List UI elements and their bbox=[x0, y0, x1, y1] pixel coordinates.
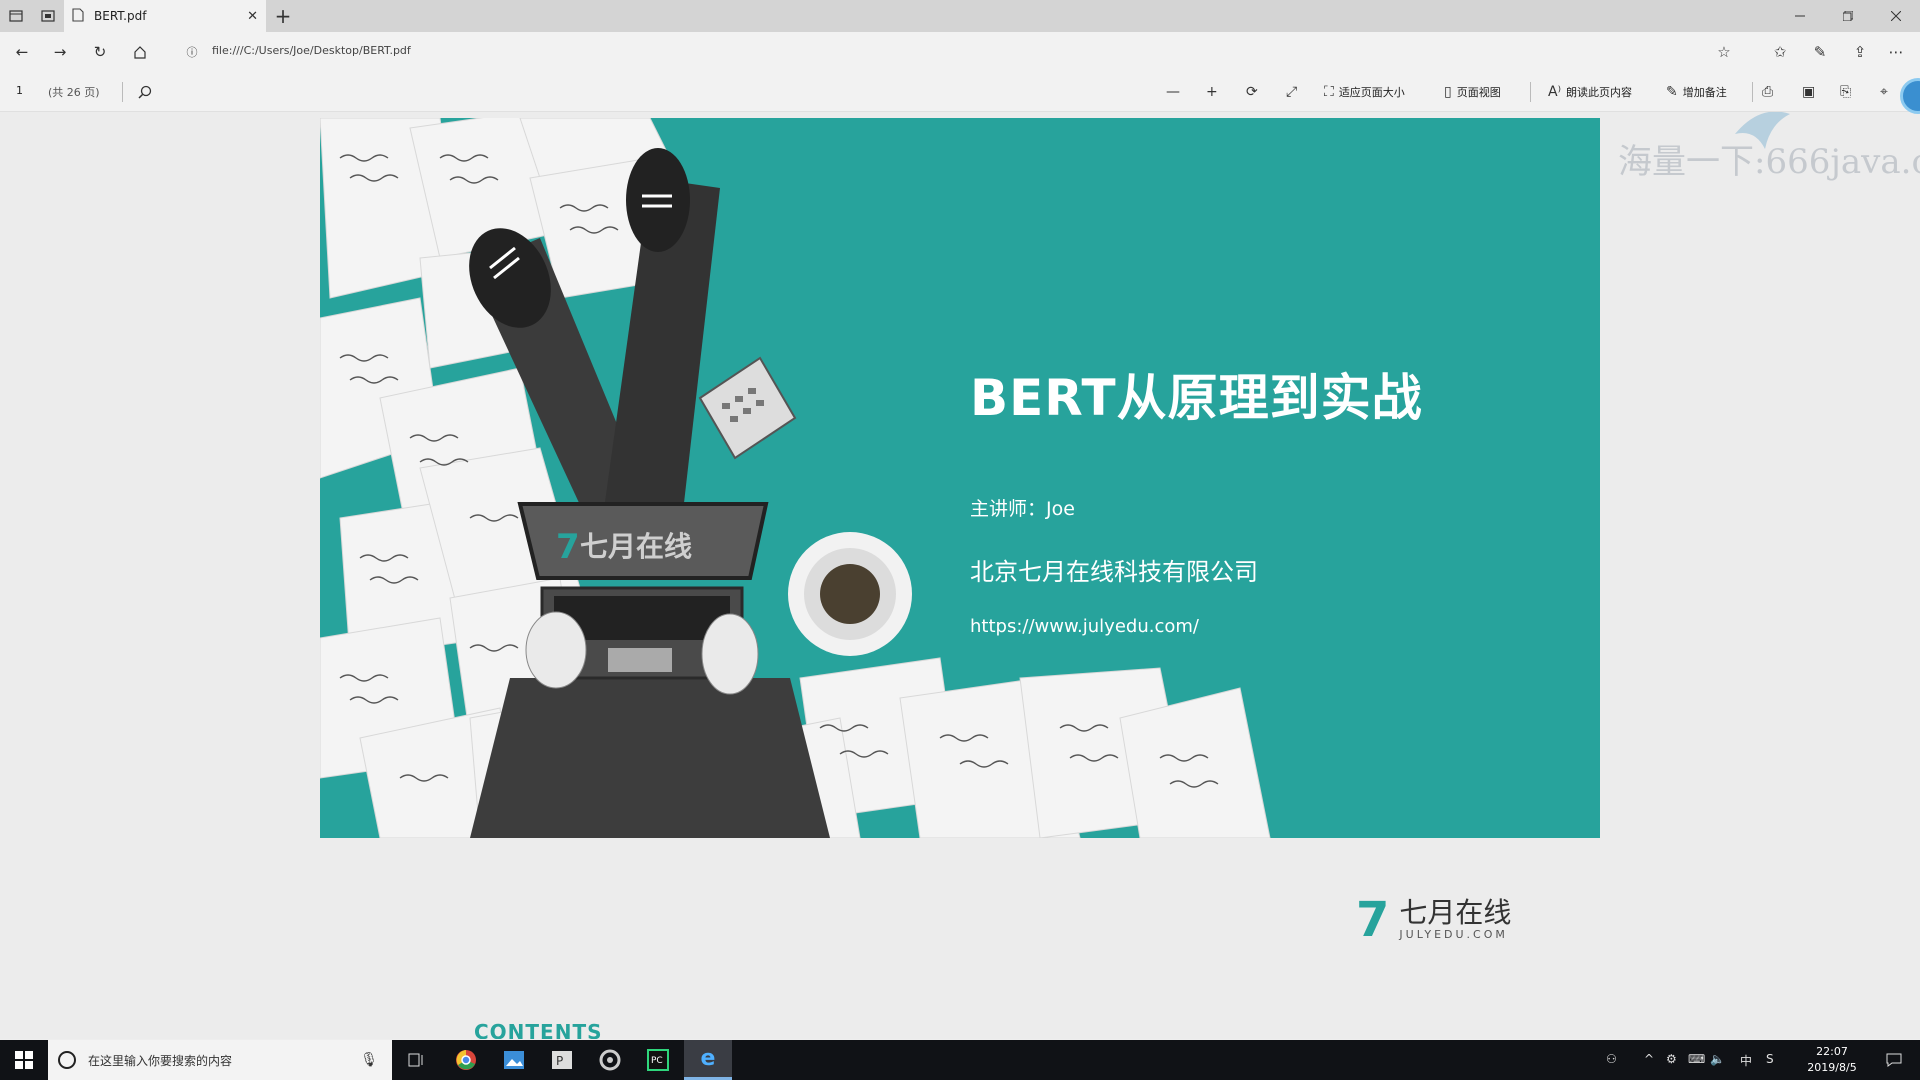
toolbar-divider bbox=[1530, 82, 1531, 102]
info-icon[interactable]: ⓘ bbox=[178, 40, 206, 64]
read-aloud-button[interactable]: A⁾ 朗读此页内容 bbox=[1548, 80, 1632, 104]
forward-icon[interactable]: → bbox=[46, 40, 74, 64]
pdf-toolbar: 1 (共 26 页) — + ⟳ ⤢ ⛶ 适应页面大小 ▯ 页面视图 A⁾ 朗读… bbox=[0, 72, 1920, 112]
page-view-label: 页面视图 bbox=[1456, 86, 1501, 99]
tray-app-icon[interactable]: ⚙ bbox=[1666, 1052, 1677, 1066]
website-link[interactable]: https://www.julyedu.com/ bbox=[970, 616, 1199, 637]
more-icon[interactable]: ⋯ bbox=[1882, 40, 1910, 64]
browser-tab-strip: BERT.pdf ✕ + bbox=[0, 0, 1920, 32]
ime-indicator[interactable]: 中 bbox=[1740, 1052, 1752, 1069]
chrome-icon[interactable] bbox=[442, 1040, 490, 1080]
task-view-icon[interactable] bbox=[392, 1040, 440, 1080]
page-view-icon: ▯ bbox=[1444, 84, 1452, 100]
close-window-icon[interactable] bbox=[1872, 0, 1920, 32]
add-note-button[interactable]: ✎ 增加备注 bbox=[1666, 80, 1727, 104]
page-total: (共 26 页) bbox=[48, 86, 100, 99]
clock-date: 2019/8/5 bbox=[1807, 1061, 1857, 1074]
logo-chinese: 七月在线 bbox=[1399, 896, 1512, 929]
pdf-document-area[interactable]: 七月在线 7 BERT从原理到实战 主讲师：Joe 北京七月在线科技有限公司 h… bbox=[0, 112, 1920, 1039]
cortana-icon bbox=[58, 1051, 76, 1069]
restore-icon[interactable] bbox=[1824, 0, 1872, 32]
svg-text:PC: PC bbox=[651, 1056, 663, 1066]
logo-mark: 7 bbox=[1356, 892, 1390, 948]
bird-watermark-icon bbox=[1735, 112, 1790, 149]
company-name: 北京七月在线科技有限公司 bbox=[970, 558, 1258, 586]
read-aloud-icon: A⁾ bbox=[1548, 84, 1562, 100]
volume-icon[interactable]: 🔈 bbox=[1710, 1052, 1725, 1066]
save-icon[interactable]: ▣ bbox=[1802, 80, 1815, 104]
search-placeholder: 在这里输入你要搜索的内容 bbox=[88, 1053, 233, 1068]
favorites-list-icon[interactable]: ✩ bbox=[1766, 40, 1794, 64]
app-swirl-icon[interactable] bbox=[586, 1040, 634, 1080]
new-tab-button[interactable]: + bbox=[268, 2, 298, 30]
tab-close-icon[interactable]: ✕ bbox=[247, 9, 258, 24]
minimize-icon[interactable] bbox=[1776, 0, 1824, 32]
print-icon[interactable]: ⎙ bbox=[1762, 80, 1773, 104]
tab-actions-icon[interactable] bbox=[2, 4, 30, 28]
clock-time: 22:07 bbox=[1816, 1045, 1848, 1058]
save-as-icon[interactable]: ⎘ bbox=[1840, 80, 1851, 104]
tab-bert-pdf[interactable]: BERT.pdf ✕ bbox=[64, 0, 266, 32]
logo-english: JULYEDU.COM bbox=[1399, 928, 1508, 941]
tab-preview-icon[interactable] bbox=[34, 4, 62, 28]
julyedu-logo: 7 七月在线 JULYEDU.COM bbox=[1356, 892, 1512, 948]
pycharm-icon[interactable]: PC bbox=[634, 1040, 682, 1080]
pin-toolbar-icon[interactable]: ⌖ bbox=[1880, 80, 1888, 104]
taskbar-search-box[interactable]: 在这里输入你要搜索的内容 🎙 bbox=[48, 1040, 392, 1080]
search-icon[interactable] bbox=[138, 80, 152, 104]
action-center-icon[interactable] bbox=[1870, 1040, 1918, 1080]
zoom-in-icon[interactable]: + bbox=[1206, 80, 1218, 104]
tray-expand-icon[interactable]: ^ bbox=[1644, 1052, 1654, 1066]
fullscreen-icon[interactable]: ⤢ bbox=[1286, 80, 1297, 104]
toolbar-divider bbox=[1752, 82, 1753, 102]
fit-page-label: 适应页面大小 bbox=[1338, 86, 1405, 99]
url-field[interactable]: file:///C:/Users/Joe/Desktop/BERT.pdf bbox=[212, 44, 411, 57]
address-bar: ← → ↻ ⓘ file:///C:/Users/Joe/Desktop/BER… bbox=[0, 32, 1920, 72]
zoom-out-icon[interactable]: — bbox=[1166, 80, 1180, 104]
taskbar: 在这里输入你要搜索的内容 🎙 P PC e ⚇ ^ ⚙ ⌨ 🔈 中 S 22:0… bbox=[0, 1040, 1920, 1080]
read-aloud-label: 朗读此页内容 bbox=[1566, 86, 1633, 99]
toolbar-divider bbox=[122, 82, 123, 102]
slide-illustration: 七月在线 7 bbox=[320, 118, 1271, 838]
slide-title: BERT从原理到实战 bbox=[970, 369, 1423, 427]
fit-page-icon: ⛶ bbox=[1324, 84, 1334, 100]
page-number-input[interactable]: 1 bbox=[16, 84, 23, 97]
network-icon[interactable]: ⌨ bbox=[1688, 1052, 1705, 1066]
fit-page-button[interactable]: ⛶ 适应页面大小 bbox=[1324, 80, 1405, 104]
refresh-icon[interactable]: ↻ bbox=[86, 40, 114, 64]
photos-app-icon[interactable] bbox=[490, 1040, 538, 1080]
add-note-label: 增加备注 bbox=[1682, 86, 1727, 99]
tab-title: BERT.pdf bbox=[94, 9, 147, 23]
system-clock[interactable]: 22:07 2019/8/5 bbox=[1800, 1044, 1864, 1076]
share-icon[interactable]: ⇪ bbox=[1846, 40, 1874, 64]
svg-text:7: 7 bbox=[556, 527, 580, 567]
rotate-icon[interactable]: ⟳ bbox=[1246, 80, 1258, 104]
back-icon[interactable]: ← bbox=[8, 40, 36, 64]
people-icon[interactable]: ⚇ bbox=[1606, 1052, 1617, 1066]
contents-heading: CONTENTS bbox=[474, 1020, 603, 1039]
home-icon[interactable] bbox=[126, 40, 154, 64]
tray-s-icon[interactable]: S bbox=[1766, 1052, 1774, 1066]
presenter-line: 主讲师：Joe bbox=[970, 498, 1075, 520]
windows-start-icon[interactable] bbox=[0, 1040, 48, 1080]
pdf-file-icon bbox=[72, 7, 84, 25]
favorite-star-icon[interactable]: ☆ bbox=[1710, 40, 1738, 64]
web-note-icon[interactable]: ✎ bbox=[1806, 40, 1834, 64]
pdf-page-1: 七月在线 7 BERT从原理到实战 主讲师：Joe 北京七月在线科技有限公司 h… bbox=[320, 118, 1600, 838]
laptop-logo-text: 七月在线 bbox=[580, 530, 692, 563]
pen-icon: ✎ bbox=[1666, 84, 1678, 100]
microphone-icon[interactable]: 🎙 bbox=[360, 1052, 378, 1068]
svg-text:P: P bbox=[556, 1054, 563, 1068]
edge-browser-icon[interactable]: e bbox=[684, 1040, 732, 1080]
powerpoint-icon[interactable]: P bbox=[538, 1040, 586, 1080]
page-view-button[interactable]: ▯ 页面视图 bbox=[1444, 80, 1501, 104]
